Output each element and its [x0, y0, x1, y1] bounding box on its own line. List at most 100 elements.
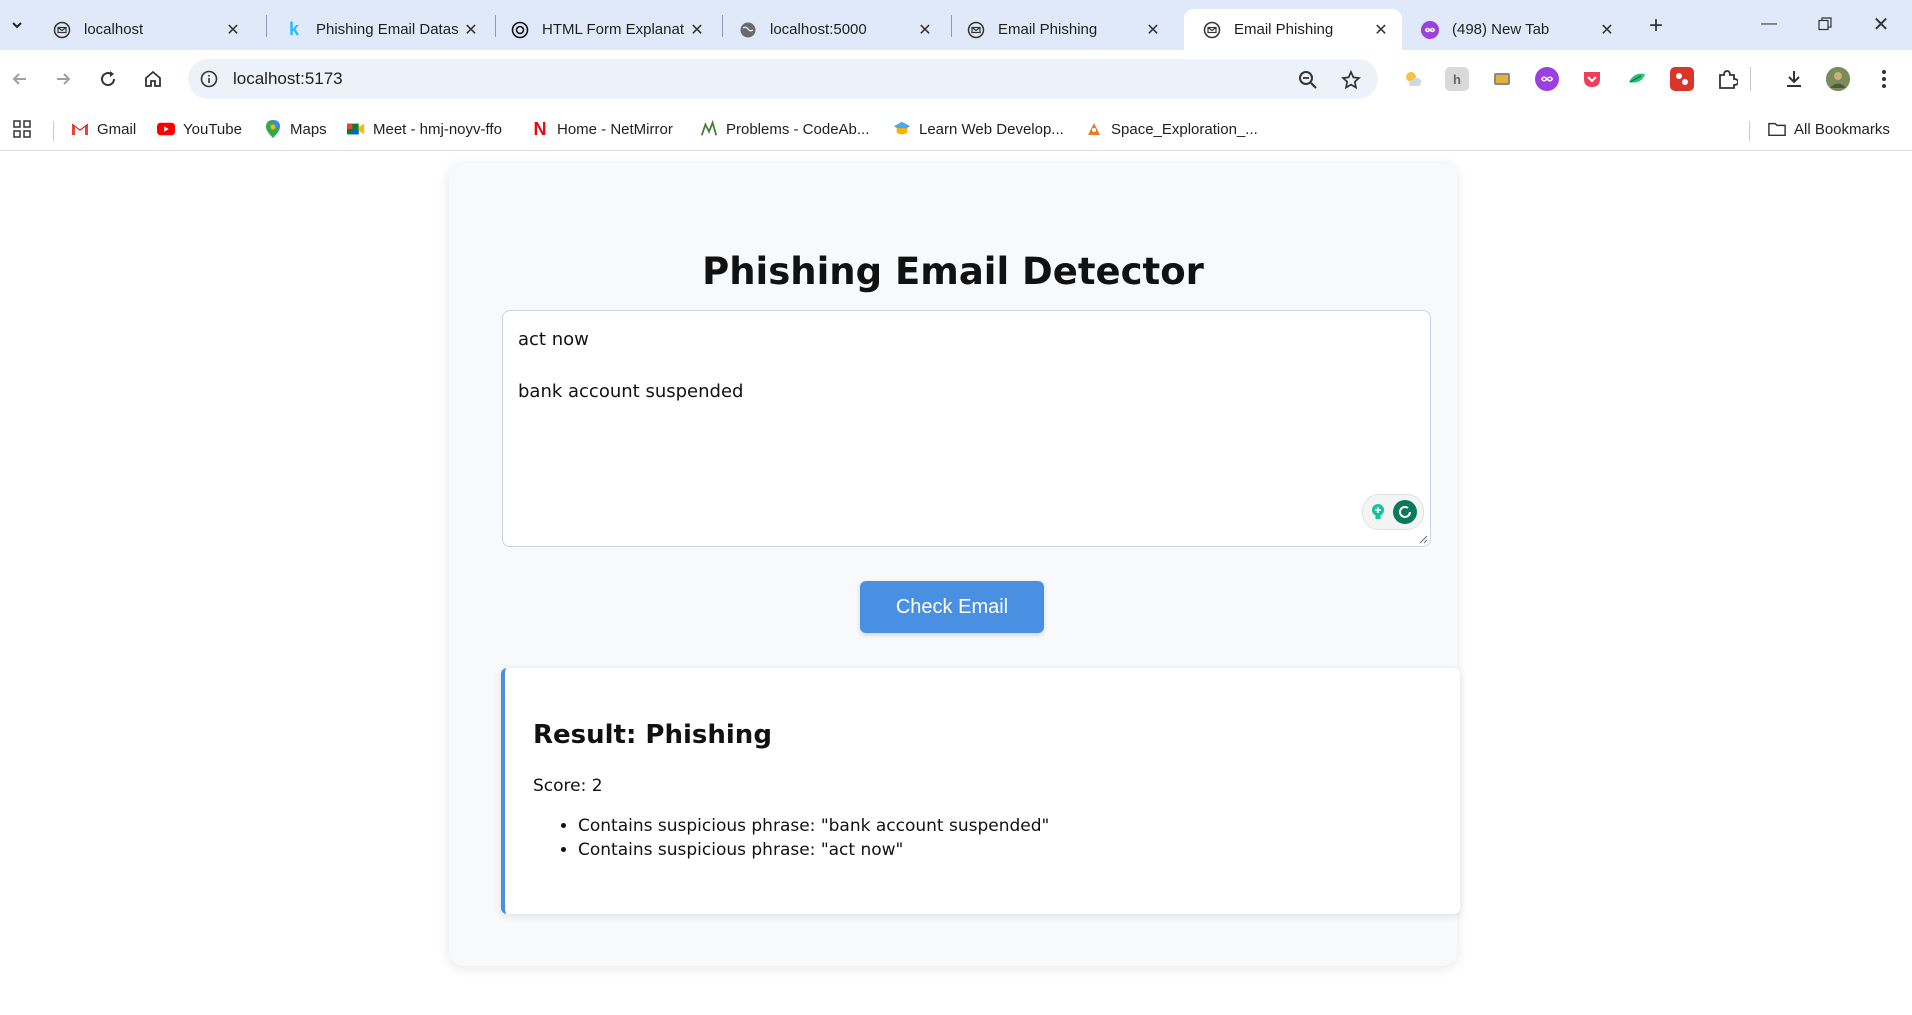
bookmark-label: YouTube	[183, 120, 242, 138]
close-icon[interactable]: ✕	[1142, 19, 1164, 41]
bookmark-label: Space_Exploration_...	[1111, 120, 1258, 138]
red-extension[interactable]	[1670, 67, 1694, 91]
bookmark-label: Home - NetMirror	[557, 120, 673, 138]
infinity-icon	[1421, 20, 1439, 39]
bookmark-star-button[interactable]	[1340, 69, 1362, 91]
grammarly-widget[interactable]	[1362, 494, 1424, 530]
bookmark-label: Meet - hmj-noyv-ffo	[373, 120, 502, 138]
close-icon[interactable]: ✕	[460, 19, 482, 41]
close-icon[interactable]: ✕	[1370, 19, 1392, 41]
maps-icon	[264, 120, 282, 138]
folder-icon	[1768, 120, 1786, 138]
tab-new-tab[interactable]: (498) New Tab ✕	[1402, 9, 1628, 50]
tab-label: localhost	[84, 21, 144, 38]
reload-button[interactable]	[93, 64, 123, 94]
extension-h[interactable]: h	[1445, 67, 1469, 91]
email-textarea[interactable]: act now bank account suspended	[502, 310, 1431, 547]
bookmark-netmirror[interactable]: N Home - NetMirror	[531, 117, 673, 141]
tab-email-phishing[interactable]: Email Phishing ✕	[948, 9, 1174, 50]
minimize-button[interactable]: —	[1746, 8, 1792, 40]
reasons-list: Contains suspicious phrase: "bank accoun…	[533, 814, 1049, 862]
close-icon[interactable]: ✕	[686, 19, 708, 41]
download-icon	[1787, 71, 1801, 87]
address-text[interactable]: localhost:5173	[233, 69, 343, 89]
avatar-icon	[1826, 67, 1850, 91]
home-icon	[145, 70, 161, 87]
new-tab-button[interactable]: +	[1642, 12, 1670, 40]
address-bar[interactable]: localhost:5173	[188, 59, 1378, 99]
leaf-icon	[1629, 73, 1645, 83]
tab-localhost-5000[interactable]: localhost:5000 ✕	[720, 9, 946, 50]
zoom-out-icon	[1299, 71, 1317, 89]
downloads-button[interactable]	[1782, 67, 1806, 91]
globe-mail-icon	[1203, 21, 1221, 39]
apps-button[interactable]	[13, 117, 31, 141]
tab-label: localhost:5000	[770, 21, 867, 38]
leaf-extension[interactable]	[1625, 67, 1649, 91]
toolbar-separator	[1750, 67, 1751, 91]
gmail-icon	[71, 120, 89, 138]
bookmark-label: Learn Web Develop...	[919, 120, 1064, 138]
plus-icon: +	[1648, 12, 1663, 39]
zoom-button[interactable]	[1297, 69, 1319, 91]
arrow-left-icon	[12, 73, 26, 85]
bookmark-youtube[interactable]: YouTube	[157, 117, 242, 141]
star-icon	[1341, 70, 1361, 90]
pocket-icon	[1584, 72, 1600, 87]
globe-mail-icon	[967, 21, 985, 39]
close-icon[interactable]: ✕	[222, 19, 244, 41]
profile-avatar[interactable]	[1826, 67, 1850, 91]
bookmark-learn-web[interactable]: Learn Web Develop...	[893, 117, 1064, 141]
resize-handle-icon[interactable]	[1418, 534, 1428, 544]
restore-button[interactable]	[1802, 8, 1848, 40]
netmirror-icon: N	[533, 118, 547, 139]
tab-search-button[interactable]	[4, 12, 30, 38]
chatgpt-icon	[511, 21, 529, 39]
close-icon[interactable]: ✕	[914, 19, 936, 41]
back-button[interactable]	[5, 64, 35, 94]
h-extension-icon: h	[1453, 71, 1461, 87]
bookmark-label: Problems - CodeAb...	[726, 120, 870, 138]
codeab-icon	[700, 120, 718, 138]
pocket-extension[interactable]	[1580, 67, 1604, 91]
browser-menu-button[interactable]	[1872, 67, 1896, 91]
page-viewport: Phishing Email Detector act now bank acc…	[0, 151, 1912, 1015]
tab-email-phishing-active[interactable]: Email Phishing ✕	[1184, 9, 1402, 50]
globe-icon	[739, 21, 757, 39]
site-info-icon[interactable]	[200, 70, 218, 88]
forward-button[interactable]	[48, 64, 78, 94]
bookmark-gmail[interactable]: Gmail	[71, 117, 136, 141]
bookmark-label: Gmail	[97, 120, 137, 138]
tab-localhost[interactable]: localhost ✕	[34, 9, 254, 50]
close-window-button[interactable]: ✕	[1858, 8, 1904, 40]
space-icon	[1085, 120, 1103, 138]
more-vertical-icon	[1882, 70, 1886, 88]
home-button[interactable]	[138, 64, 168, 94]
tab-html-form[interactable]: HTML Form Explanat ✕	[492, 9, 718, 50]
tab-label: (498) New Tab	[1452, 21, 1550, 38]
bookmark-label: All Bookmarks	[1794, 120, 1890, 138]
bookmark-meet[interactable]: Meet - hmj-noyv-ffo	[347, 117, 502, 141]
check-email-button[interactable]: Check Email	[860, 581, 1044, 633]
tab-label: Email Phishing	[1234, 21, 1334, 38]
close-icon: ✕	[1872, 13, 1890, 36]
bookmark-space-exploration[interactable]: Space_Exploration_...	[1085, 117, 1258, 141]
page-title: Phishing Email Detector	[702, 250, 1204, 293]
bookmark-maps[interactable]: Maps	[264, 117, 327, 141]
tab-phishing-dataset[interactable]: k Phishing Email Datas ✕	[266, 9, 492, 50]
restore-icon	[1818, 17, 1832, 31]
infinity-extension[interactable]	[1535, 67, 1559, 91]
browser-toolbar: localhost:5173 h	[0, 50, 1912, 108]
list-item: Contains suspicious phrase: "bank accoun…	[578, 814, 1049, 838]
grammarly-icon	[1393, 500, 1417, 524]
extensions-button[interactable]	[1715, 67, 1739, 91]
image-extension[interactable]	[1490, 67, 1514, 91]
all-bookmarks-button[interactable]: All Bookmarks	[1768, 117, 1890, 141]
tab-strip: localhost ✕ k Phishing Email Datas ✕ HTM…	[0, 0, 1912, 50]
kaggle-icon: k	[288, 19, 299, 39]
weather-extension[interactable]	[1401, 67, 1425, 91]
close-icon[interactable]: ✕	[1596, 19, 1618, 41]
email-textarea-value[interactable]: act now bank account suspended	[518, 327, 743, 405]
bookmark-codeab[interactable]: Problems - CodeAb...	[700, 117, 869, 141]
result-panel: Result: Phishing Score: 2 Contains suspi…	[501, 668, 1460, 914]
